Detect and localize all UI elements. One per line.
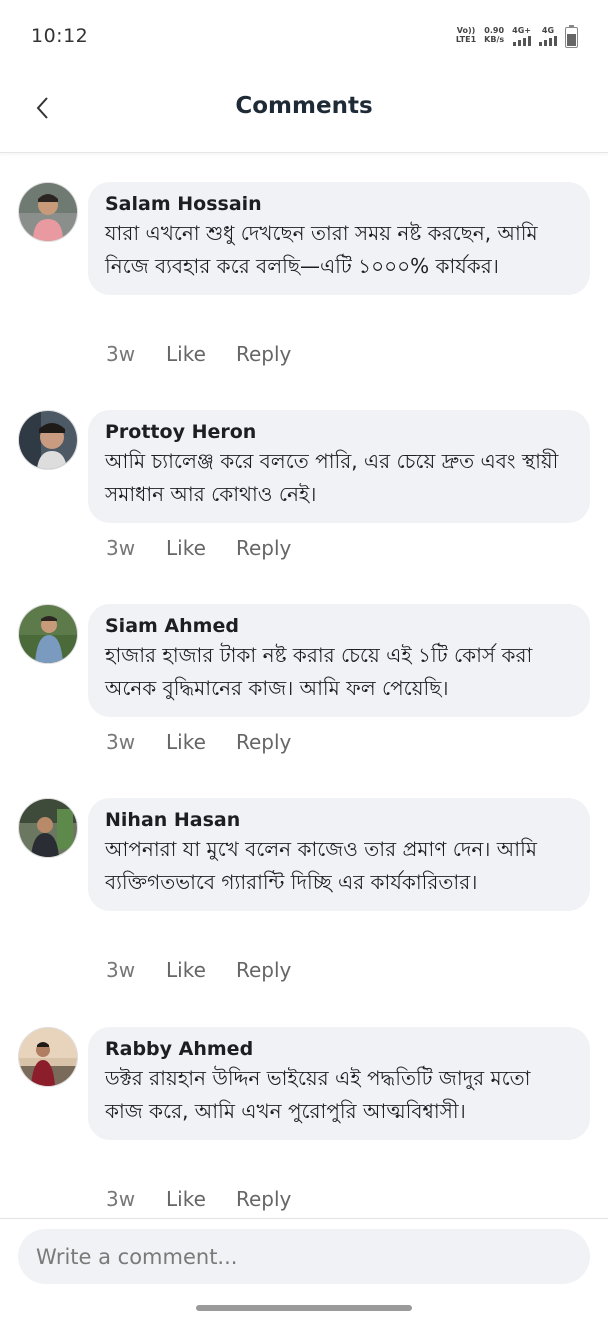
like-button[interactable]: Like [166, 536, 236, 560]
comment-actions: 3w Like Reply [106, 536, 291, 560]
signal-2: 4G [539, 26, 557, 46]
comment-composer [0, 1218, 608, 1321]
network-type-2: 4G [541, 26, 555, 35]
page-title: Comments [235, 93, 373, 119]
comment-author[interactable]: Rabby Ahmed [105, 1037, 572, 1061]
comment-author[interactable]: Salam Hossain [105, 192, 572, 216]
volte-indicator: Vo)) LTE1 [456, 26, 476, 44]
network-speed-unit: KB/s [484, 35, 505, 44]
reply-button[interactable]: Reply [236, 1187, 291, 1211]
comment-text: আমি চ্যালেঞ্জ করে বলতে পারি, এর চেয়ে দ্… [105, 449, 559, 506]
comment-actions: 3w Like Reply [106, 730, 291, 754]
comment-author[interactable]: Nihan Hasan [105, 808, 572, 832]
comment-bubble[interactable]: Rabby Ahmed ডক্টর রায়হান উদ্দিন ভাইয়ের… [88, 1027, 590, 1140]
comment-bubble[interactable]: Nihan Hasan আপনারা যা মুখে বলেন কাজেও তা… [88, 798, 590, 911]
comment-text: যারা এখনো শুধু দেখছেন তারা সময় নষ্ট করছ… [105, 221, 538, 278]
status-bar: 10:12 Vo)) LTE1 0.90 KB/s 4G+ 4G [0, 0, 608, 74]
comment-actions: 3w Like Reply [106, 958, 291, 982]
comment-time: 3w [106, 730, 136, 754]
like-button[interactable]: Like [166, 730, 236, 754]
like-button[interactable]: Like [166, 1187, 236, 1211]
network-speed: 0.90 KB/s [484, 26, 504, 44]
comment-time: 3w [106, 342, 136, 366]
comment-bubble[interactable]: Salam Hossain যারা এখনো শুধু দেখছেন তারা… [88, 182, 590, 295]
signal-bars-icon [539, 35, 557, 46]
comment-time: 3w [106, 536, 136, 560]
header: Comments [0, 74, 608, 153]
avatar[interactable] [18, 604, 78, 664]
signal-bars-icon [512, 35, 531, 46]
battery-icon [565, 25, 578, 48]
avatar[interactable] [18, 1027, 78, 1087]
status-icons: Vo)) LTE1 0.90 KB/s 4G+ 4G [456, 25, 578, 48]
comment-actions: 3w Like Reply [106, 342, 291, 366]
comment-input[interactable] [18, 1229, 590, 1284]
comment-text: হাজার হাজার টাকা নষ্ট করার চেয়ে এই ১টি … [105, 643, 533, 700]
reply-button[interactable]: Reply [236, 958, 291, 982]
avatar[interactable] [18, 410, 78, 470]
network-type-1: 4G+ [512, 26, 531, 35]
comment-time: 3w [106, 1187, 136, 1211]
comment-bubble[interactable]: Siam Ahmed হাজার হাজার টাকা নষ্ট করার চে… [88, 604, 590, 717]
volte-bottom: LTE1 [455, 35, 477, 44]
network-speed-value: 0.90 [484, 26, 505, 35]
comment-text: ডক্টর রায়হান উদ্দিন ভাইয়ের এই পদ্ধতিটি… [105, 1066, 531, 1123]
comment-author[interactable]: Siam Ahmed [105, 614, 572, 638]
comment-bubble[interactable]: Prottoy Heron আমি চ্যালেঞ্জ করে বলতে পার… [88, 410, 590, 523]
reply-button[interactable]: Reply [236, 342, 291, 366]
reply-button[interactable]: Reply [236, 730, 291, 754]
home-indicator[interactable] [196, 1305, 412, 1311]
comment-text: আপনারা যা মুখে বলেন কাজেও তার প্রমাণ দেন… [105, 837, 537, 894]
status-time: 10:12 [31, 25, 89, 47]
avatar[interactable] [18, 798, 78, 858]
like-button[interactable]: Like [166, 342, 236, 366]
volte-top: Vo)) [456, 26, 476, 35]
like-button[interactable]: Like [166, 958, 236, 982]
comment-time: 3w [106, 958, 136, 982]
comment-author[interactable]: Prottoy Heron [105, 420, 572, 444]
avatar[interactable] [18, 182, 78, 242]
comment-actions: 3w Like Reply [106, 1187, 291, 1211]
signal-1: 4G+ [512, 26, 531, 46]
reply-button[interactable]: Reply [236, 536, 291, 560]
